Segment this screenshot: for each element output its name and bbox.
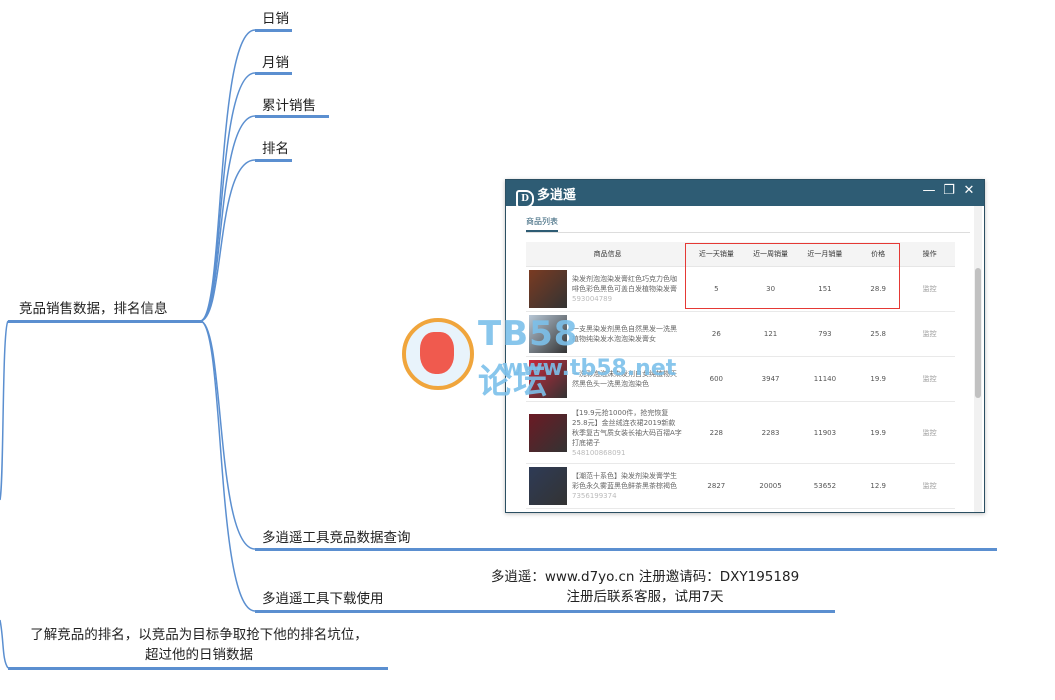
table-row[interactable]: 【19.9元抢1000件，抢完恢复25.8元】金丝绒连衣裙2019新款秋季复古气…: [526, 401, 955, 464]
product-thumbnail[interactable]: [529, 467, 567, 505]
product-id: 593004789: [572, 295, 613, 303]
underline-monthly: [255, 72, 292, 75]
node-monthly-sales[interactable]: 月销: [262, 51, 289, 71]
underline-summary: [8, 667, 388, 670]
col-action: 操作: [904, 242, 955, 267]
product-id: 548100868091: [572, 448, 626, 457]
logo-icon: D: [516, 190, 534, 208]
product-title[interactable]: 一支黑染发剂黑色自然黑发一洗黑植物纯染发水泡泡染发膏女: [572, 325, 677, 343]
table-row[interactable]: 【潮范十系色】染发剂染发膏学生彩色永久雾蓝黑色鲜茶黑茶棕褐色 7356199374…: [526, 463, 955, 509]
product-thumbnail[interactable]: [529, 413, 567, 452]
product-id: 7356199374: [572, 492, 617, 500]
table-row[interactable]: 一支黑染发剂黑色自然黑发一洗黑植物纯染发水泡泡染发膏女 26 121 793 25.8 监…: [526, 311, 955, 357]
watermark-logo-icon: [402, 318, 474, 390]
day-sales-cell: 81: [689, 508, 744, 512]
monitor-button[interactable]: 监控: [904, 508, 955, 512]
close-icon[interactable]: ✕: [960, 183, 978, 198]
product-text: 【19.9元抢1000件，抢完恢复25.8元】金丝绒连衣裙2019新款秋季复古气…: [572, 408, 682, 458]
week-sales-cell: 875: [743, 508, 798, 512]
hand-icon: [420, 332, 454, 374]
node-ranking[interactable]: 排名: [262, 137, 289, 157]
summary-line-2: 超过他的日销数据: [145, 647, 253, 663]
scrollbar[interactable]: [974, 206, 982, 512]
product-text: 【潮范十系色】染发剂染发膏学生彩色永久雾蓝黑色鲜茶黑茶棕褐色 7356199374: [572, 471, 682, 501]
month-sales-cell: 11140: [797, 356, 853, 402]
product-title[interactable]: 染发剂泡泡染发膏红色巧克力色咖啡色彩色黑色可盖白发植物染发膏: [572, 275, 677, 293]
underline-download-tool: [255, 610, 835, 613]
product-title[interactable]: 【19.9元抢1000件，抢完恢复25.8元】金丝绒连衣裙2019新款秋季复古气…: [572, 409, 682, 447]
week-sales-cell: 121: [743, 311, 798, 357]
highlight-box: [685, 243, 900, 309]
underline-root: [8, 320, 203, 323]
price-cell: 12.9: [852, 463, 905, 509]
promo-line-1: 多逍遥：www.d7yo.cn 注册邀请码：DXY195189: [490, 569, 800, 585]
summary-line-1: 了解竞品的排名，以竞品为目标争取抢下他的排名坑位，: [30, 627, 368, 643]
day-sales-cell: 26: [689, 311, 744, 357]
monitor-button[interactable]: 监控: [904, 463, 955, 509]
price-cell: 25.8: [852, 311, 905, 357]
price-cell: 15.9: [852, 508, 905, 512]
node-daily-sales[interactable]: 日销: [262, 7, 289, 27]
monitor-button[interactable]: 监控: [904, 266, 955, 312]
month-sales-cell: 1901: [797, 508, 853, 512]
month-sales-cell: 793: [797, 311, 853, 357]
price-cell: 19.9: [852, 356, 905, 402]
product-cell: 【潮范十系色】染发剂染发膏学生彩色永久雾蓝黑色鲜茶黑茶棕褐色 7356199374: [526, 463, 690, 509]
month-sales-cell: 11903: [797, 401, 853, 464]
app-title: 多逍遥: [537, 188, 577, 203]
product-text: 一支黑染发剂黑色自然黑发一洗黑植物纯染发水泡泡染发膏女: [572, 324, 682, 344]
app-titlebar: D 多逍遥 — ❐ ✕: [506, 180, 984, 208]
month-sales-cell: 53652: [797, 463, 853, 509]
monitor-button[interactable]: 监控: [904, 356, 955, 402]
scrollbar-thumb[interactable]: [975, 268, 981, 398]
node-cumulative-sales[interactable]: 累计销售: [262, 94, 316, 114]
col-product-info: 商品信息: [526, 242, 690, 267]
day-sales-cell: 600: [689, 356, 744, 402]
tab-product-list[interactable]: 商品列表: [526, 216, 558, 232]
table-row[interactable]: 冬虫夏草物天然一支彩植物染发剂一支黑天然黑黑染发一洗黑染81875190115.…: [526, 508, 955, 513]
root-node[interactable]: 竞品销售数据，排名信息: [19, 297, 168, 317]
product-text: 染发剂泡泡染发膏红色巧克力色咖啡色彩色黑色可盖白发植物染发膏 593004789: [572, 274, 682, 304]
underline-ranking: [255, 159, 292, 162]
week-sales-cell: 2283: [743, 401, 798, 464]
product-thumbnail[interactable]: [529, 512, 567, 513]
node-query-tool[interactable]: 多逍遥工具竞品数据查询: [262, 526, 411, 546]
underline-cumulative: [255, 115, 329, 118]
restore-icon[interactable]: ❐: [940, 183, 958, 198]
product-title[interactable]: 【潮范十系色】染发剂染发膏学生彩色永久雾蓝黑色鲜茶黑茶棕褐色: [572, 472, 677, 490]
promo-line-2: 注册后联系客服，试用7天: [566, 589, 724, 605]
minimize-icon[interactable]: —: [920, 183, 938, 198]
watermark-url: www.tb58.net: [502, 356, 677, 381]
promo-text: 多逍遥：www.d7yo.cn 注册邀请码：DXY195189 注册后联系客服，…: [470, 567, 820, 607]
product-cell: 【19.9元抢1000件，抢完恢复25.8元】金丝绒连衣裙2019新款秋季复古气…: [526, 401, 690, 464]
underline-daily: [255, 29, 292, 32]
day-sales-cell: 228: [689, 401, 744, 464]
week-sales-cell: 3947: [743, 356, 798, 402]
week-sales-cell: 20005: [743, 463, 798, 509]
underline-query-tool: [255, 548, 997, 551]
monitor-button[interactable]: 监控: [904, 401, 955, 464]
summary-node[interactable]: 了解竞品的排名，以竞品为目标争取抢下他的排名坑位， 超过他的日销数据: [14, 625, 384, 665]
app-logo: D 多逍遥: [516, 184, 576, 208]
day-sales-cell: 2827: [689, 463, 744, 509]
tab-divider: [526, 232, 970, 233]
node-download-tool[interactable]: 多逍遥工具下载使用: [262, 587, 384, 607]
product-cell: 冬虫夏草物天然一支彩植物染发剂一支黑天然黑黑染发一洗黑染: [526, 508, 690, 513]
price-cell: 19.9: [852, 401, 905, 464]
product-cell: 染发剂泡泡染发膏红色巧克力色咖啡色彩色黑色可盖白发植物染发膏 593004789: [526, 266, 690, 312]
monitor-button[interactable]: 监控: [904, 311, 955, 357]
product-thumbnail[interactable]: [529, 270, 567, 308]
